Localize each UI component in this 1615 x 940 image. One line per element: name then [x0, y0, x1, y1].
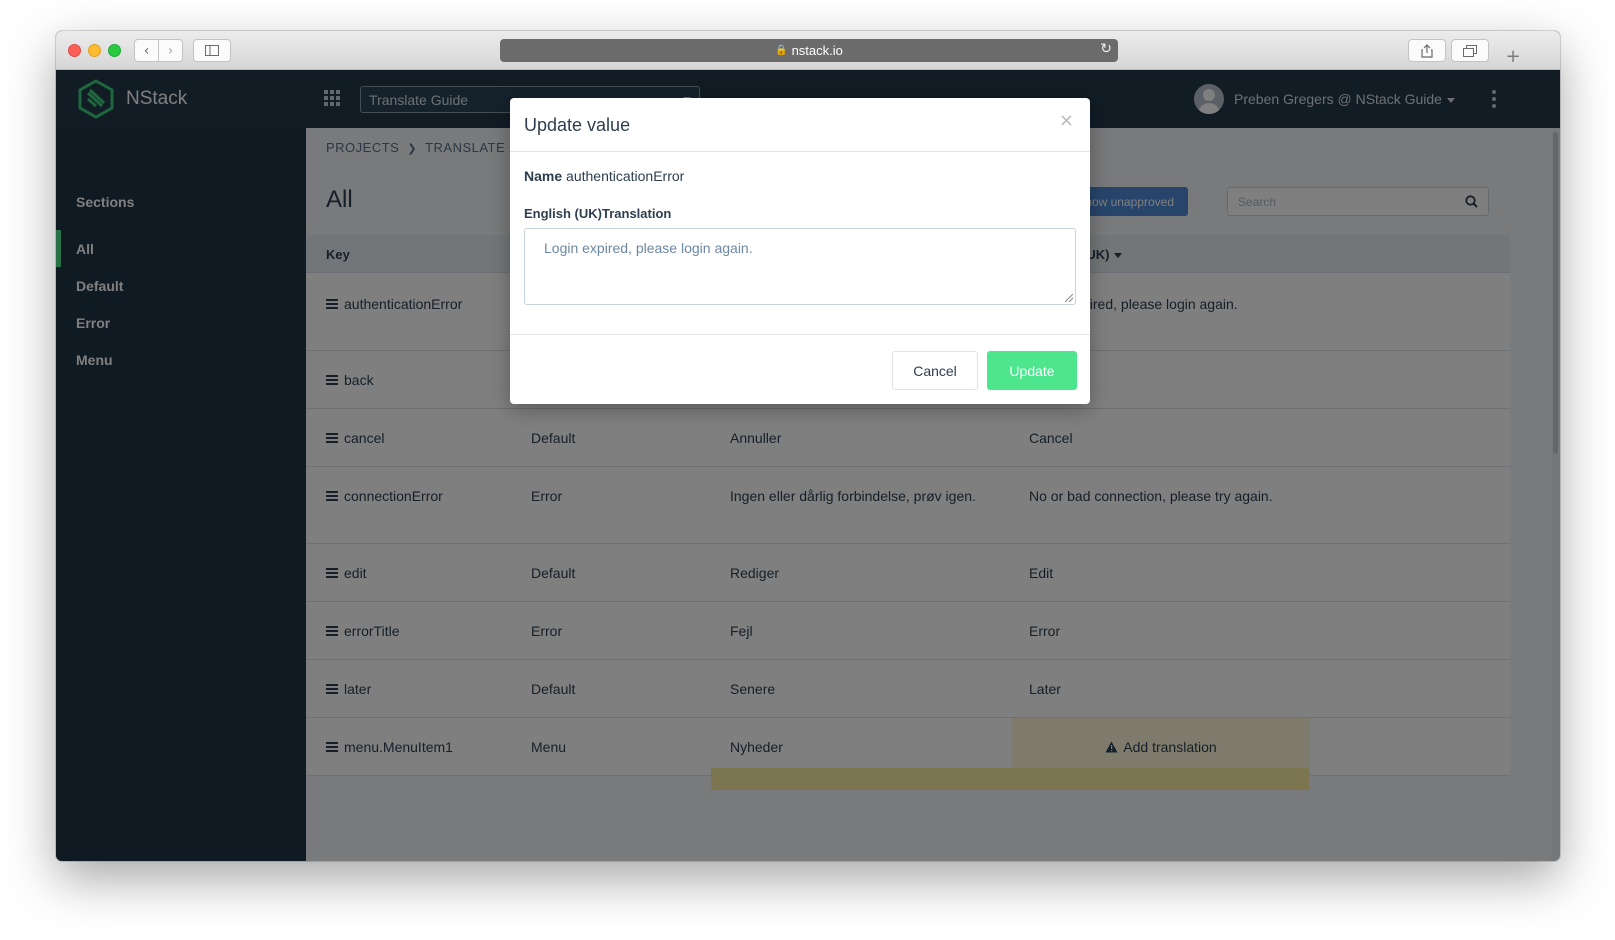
translation-textarea[interactable]: Login expired, please login again. [524, 228, 1076, 305]
close-window-button[interactable] [68, 44, 81, 57]
zoom-window-button[interactable] [108, 44, 121, 57]
reload-icon[interactable]: ↻ [1100, 41, 1112, 57]
update-value-modal: Update value × Name authenticationError … [510, 98, 1090, 404]
share-icon[interactable] [1408, 39, 1446, 62]
address-bar[interactable]: 🔒 nstack.io ↻ [500, 39, 1118, 62]
forward-arrow-icon[interactable]: › [158, 39, 183, 62]
lock-icon: 🔒 [775, 45, 788, 56]
browser-titlebar: ‹ › 🔒 nstack.io ↻ + [56, 31, 1560, 70]
close-icon[interactable]: × [1059, 110, 1074, 131]
translation-label: English (UK)Translation [524, 206, 672, 221]
back-arrow-icon[interactable]: ‹ [134, 39, 159, 62]
name-value: authenticationError [566, 168, 685, 184]
cancel-button[interactable]: Cancel [892, 351, 978, 390]
new-tab-icon[interactable]: + [1502, 45, 1524, 67]
modal-footer: Cancel Update [510, 334, 1090, 404]
url-text: nstack.io [791, 43, 843, 58]
browser-window: ‹ › 🔒 nstack.io ↻ + NStack Secti [56, 31, 1560, 861]
show-tabs-icon[interactable] [1451, 39, 1489, 62]
update-button[interactable]: Update [987, 351, 1077, 390]
resize-handle-icon[interactable] [1065, 294, 1073, 302]
sidebar-toggle-icon[interactable] [193, 39, 231, 62]
name-line: Name authenticationError [524, 168, 684, 184]
minimize-window-button[interactable] [88, 44, 101, 57]
modal-title: Update value [524, 115, 631, 135]
name-label: Name [524, 168, 563, 184]
modal-header: Update value × [510, 98, 1090, 152]
